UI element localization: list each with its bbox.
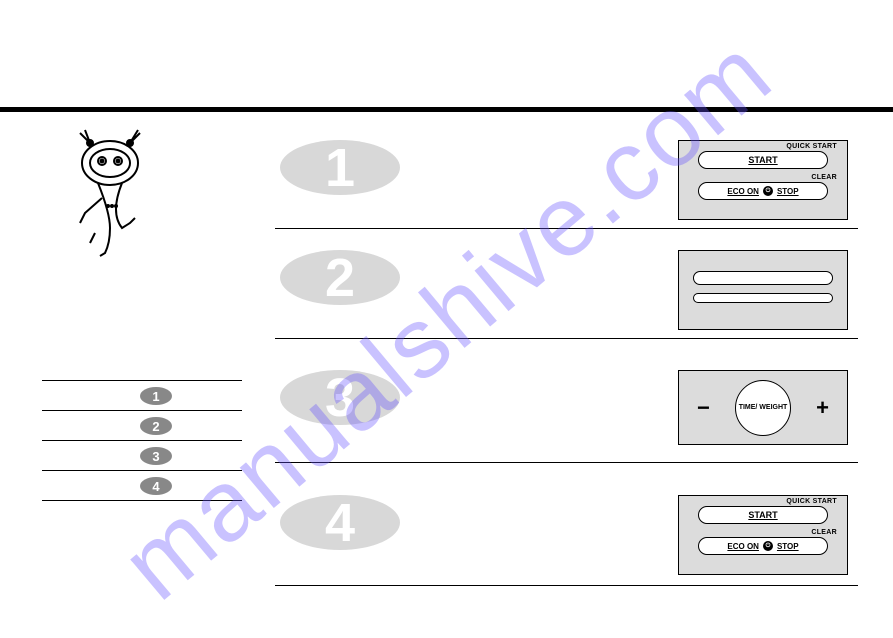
sidebar-divider: [42, 470, 242, 471]
clear-label: CLEAR: [679, 172, 847, 181]
row-divider: [275, 462, 858, 463]
control-panel-3: − TIME/ WEIGHT +: [678, 370, 848, 445]
plus-button[interactable]: +: [816, 395, 829, 421]
sidebar-num-3: 3: [140, 447, 172, 465]
control-panel-4: QUICK START START CLEAR ECO ON ⏻ STOP: [678, 495, 848, 575]
quick-start-label: QUICK START: [679, 496, 847, 505]
step-number-2: 2: [280, 250, 400, 305]
eco-on-label: ECO ON: [727, 187, 759, 196]
eco-stop-button[interactable]: ECO ON ⏻ STOP: [698, 182, 828, 200]
eco-on-label: ECO ON: [727, 542, 759, 551]
sidebar-divider: [42, 500, 242, 501]
row-divider: [275, 585, 858, 586]
option-bar-2[interactable]: [693, 293, 833, 303]
step-number-3: 3: [280, 370, 400, 425]
power-icon: ⏻: [763, 541, 773, 551]
row-divider: [275, 228, 858, 229]
quick-start-label: QUICK START: [679, 141, 847, 150]
start-button[interactable]: START: [698, 506, 828, 524]
stop-label: STOP: [777, 187, 799, 196]
control-panel-2: [678, 250, 848, 330]
sidebar-num-2: 2: [140, 417, 172, 435]
control-panel-1: QUICK START START CLEAR ECO ON ⏻ STOP: [678, 140, 848, 220]
sidebar-divider: [42, 440, 242, 441]
header-rule: [0, 107, 893, 112]
stop-label: STOP: [777, 542, 799, 551]
power-icon: ⏻: [763, 186, 773, 196]
sidebar-num-4: 4: [140, 477, 172, 495]
clear-label: CLEAR: [679, 527, 847, 536]
start-button[interactable]: START: [698, 151, 828, 169]
eco-stop-button[interactable]: ECO ON ⏻ STOP: [698, 537, 828, 555]
robot-illustration: [60, 128, 170, 258]
sidebar-divider: [42, 410, 242, 411]
step-number-4: 4: [280, 495, 400, 550]
option-bar-1[interactable]: [693, 271, 833, 285]
minus-button[interactable]: −: [697, 395, 710, 421]
sidebar-num-1: 1: [140, 387, 172, 405]
sidebar-divider: [42, 380, 242, 381]
step-number-1: 1: [280, 140, 400, 195]
time-weight-dial[interactable]: TIME/ WEIGHT: [735, 380, 791, 436]
row-divider: [275, 338, 858, 339]
